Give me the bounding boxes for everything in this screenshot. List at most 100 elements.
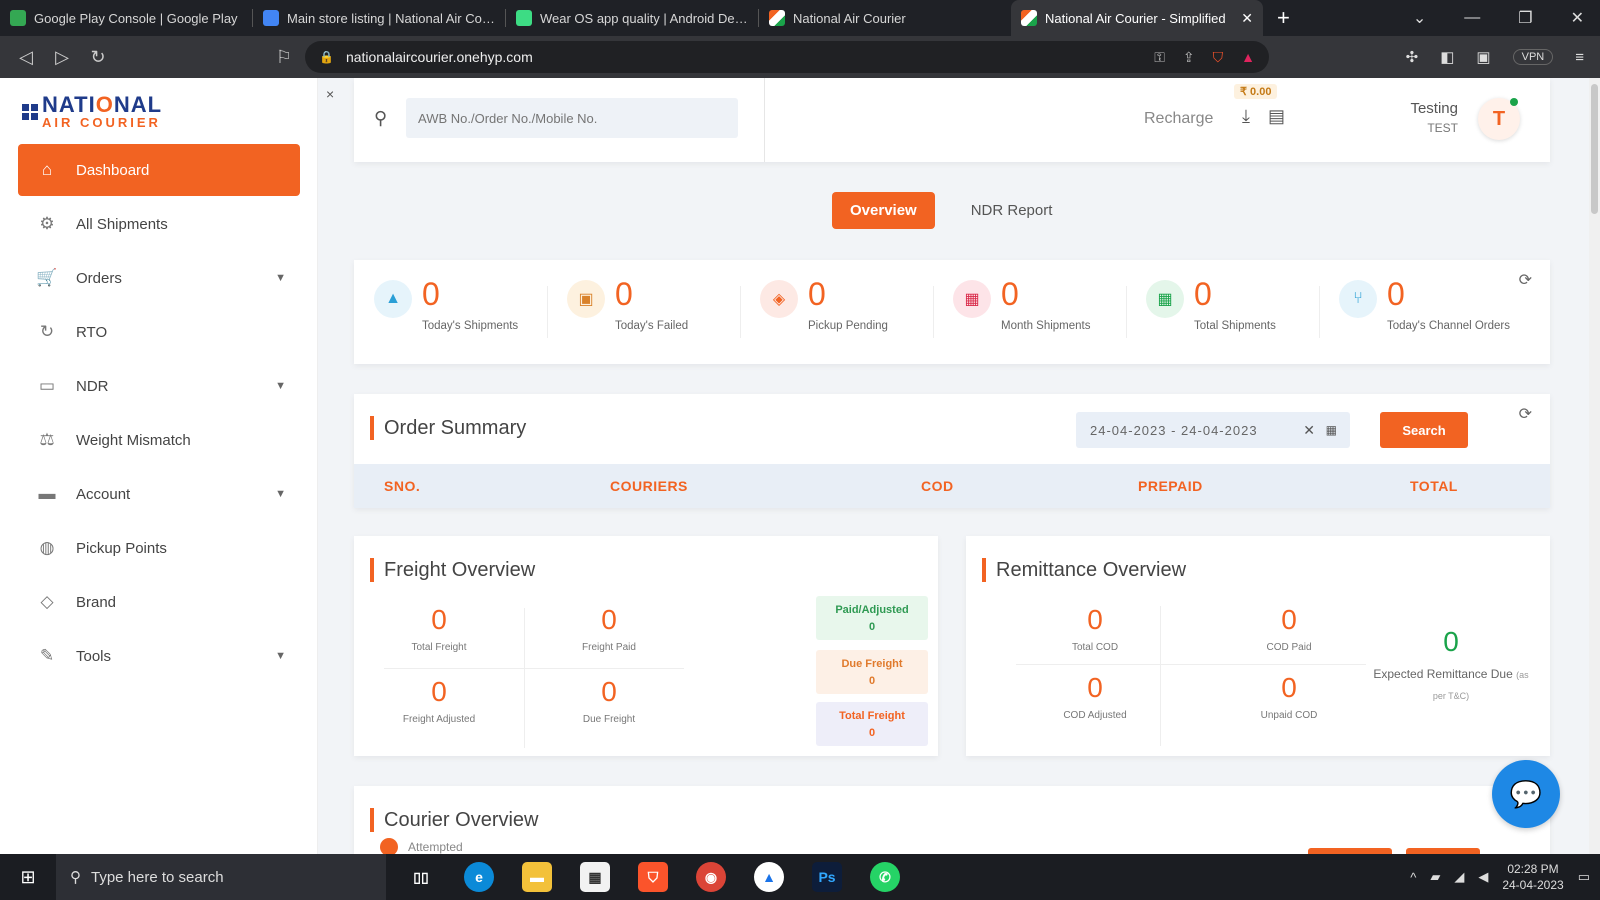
column-header[interactable]: SNO. xyxy=(384,478,420,494)
key-icon[interactable]: ⚿ xyxy=(1154,49,1165,66)
globe-icon: ◍ xyxy=(39,538,55,557)
sidebar-item-account[interactable]: ▬ Account ▼ xyxy=(18,468,300,520)
browser-toolbar: ◁ ▷ ↻ ⚐ 🔒 nationalaircourier.onehyp.com … xyxy=(0,36,1600,78)
menu-icon[interactable]: ≡ xyxy=(1575,49,1584,66)
taskbar-search[interactable]: ⚲ Type here to search xyxy=(56,854,386,900)
sidebar: NATIONAL AIR COURIER ⌂ Dashboard ⚙ All Shi… xyxy=(0,78,318,854)
chevron-up-icon[interactable]: ^ xyxy=(1410,870,1416,885)
browser-tab[interactable]: Main store listing | National Air Courie… xyxy=(253,0,505,36)
browser-tab-bar: Google Play Console | Google Play Main s… xyxy=(0,0,1600,36)
online-status-dot xyxy=(1510,98,1518,106)
tab-overview[interactable]: Overview xyxy=(832,192,935,229)
sidebar-menu: ⌂ Dashboard ⚙ All Shipments 🛒 Orders ▼ ↻ RTO … xyxy=(18,144,300,684)
chrome-icon[interactable]: ◉ xyxy=(696,862,726,892)
close-tab-icon[interactable]: ✕ xyxy=(1241,10,1253,27)
bookmark-icon[interactable]: ⚐ xyxy=(266,47,302,68)
search-input[interactable] xyxy=(406,98,738,138)
logo[interactable]: NATIONAL AIR COURIER xyxy=(22,94,162,129)
sidebar-item-orders[interactable]: 🛒 Orders ▼ xyxy=(18,252,300,304)
sidebar-item-tools[interactable]: ✎ Tools ▼ xyxy=(18,630,300,682)
chat-button[interactable]: 💬 xyxy=(1492,760,1560,828)
column-header[interactable]: COURIERS xyxy=(610,478,688,494)
stat-todays-shipments[interactable]: ▲ 0 Today's Shipments xyxy=(354,260,547,364)
tab-search-icon[interactable]: ⌄ xyxy=(1413,8,1426,28)
column-header[interactable]: COD xyxy=(921,478,954,494)
card-icon[interactable]: ▤ xyxy=(1268,106,1285,127)
stat-todays-channel-orders[interactable]: ⑂ 0 Today's Channel Orders xyxy=(1319,260,1512,364)
sidebar-item-all-shipments[interactable]: ⚙ All Shipments xyxy=(18,198,300,250)
sidebar-item-rto[interactable]: ↻ RTO xyxy=(18,306,300,358)
vpn-button[interactable]: VPN xyxy=(1512,49,1554,65)
android-icon xyxy=(516,10,532,26)
photoshop-icon[interactable]: Ps xyxy=(812,862,842,892)
share-icon[interactable]: ⇪ xyxy=(1183,49,1195,66)
reload-button[interactable]: ↻ xyxy=(80,47,116,68)
logo-mark-icon xyxy=(22,103,38,120)
search-icon: ⚲ xyxy=(374,108,388,128)
browser-tab-active[interactable]: National Air Courier - Simplified ✕ xyxy=(1011,0,1263,36)
browser-tab[interactable]: Wear OS app quality | Android Developers xyxy=(506,0,758,36)
freight-overview-card: Freight Overview 0 Total Freight 0 Freight… xyxy=(354,536,938,756)
restore-button[interactable]: ❐ xyxy=(1518,8,1532,28)
brave-rewards-icon[interactable]: ▲ xyxy=(1241,49,1255,65)
tab-ndr-report[interactable]: NDR Report xyxy=(953,192,1071,229)
address-bar[interactable]: 🔒 nationalaircourier.onehyp.com ⚿ ⇪ ⛉ ▲ xyxy=(305,41,1269,73)
courier-overview-card: Courier Overview Attempted xyxy=(354,786,1550,854)
user-info[interactable]: Testing TEST xyxy=(1410,100,1458,135)
volume-icon[interactable]: ◀ xyxy=(1478,869,1488,885)
order-summary-table-header: SNO. COURIERS COD PREPAID TOTAL xyxy=(354,464,1550,508)
date-range-input[interactable]: 24-04-2023 - 24-04-2023 ✕ ▦ xyxy=(1076,412,1350,448)
stat-todays-failed[interactable]: ▣ 0 Today's Failed xyxy=(547,260,740,364)
sidebar-item-pickup-points[interactable]: ◍ Pickup Points xyxy=(18,522,300,574)
stat-pickup-pending[interactable]: ◈ 0 Pickup Pending xyxy=(740,260,933,364)
browser-tab[interactable]: Google Play Console | Google Play xyxy=(0,0,252,36)
clock[interactable]: 02:28 PM 24-04-2023 xyxy=(1502,861,1563,893)
courier-overview-title: Courier Overview xyxy=(370,808,538,832)
brave-icon[interactable]: ⛉ xyxy=(638,862,668,892)
wallet-icon[interactable]: ▣ xyxy=(1476,48,1490,66)
refresh-icon[interactable]: ⟳ xyxy=(1519,404,1532,424)
column-header[interactable]: TOTAL xyxy=(1410,478,1458,494)
search-button[interactable]: Search xyxy=(1380,412,1468,448)
drive-icon[interactable]: ▲ xyxy=(754,862,784,892)
edge-icon[interactable]: e xyxy=(464,862,494,892)
table-icon: ▦ xyxy=(1146,280,1184,318)
whatsapp-icon[interactable]: ✆ xyxy=(870,862,900,892)
close-window-button[interactable]: ✕ xyxy=(1571,8,1584,28)
brave-shield-icon[interactable]: ⛉ xyxy=(1213,49,1224,66)
network-icon[interactable]: ▰ xyxy=(1430,869,1440,885)
extensions-icon[interactable]: ✣ xyxy=(1406,48,1419,66)
page-scrollbar[interactable] xyxy=(1589,78,1600,854)
wallet-balance[interactable]: ₹ 0.00 xyxy=(1234,84,1278,99)
forward-button[interactable]: ▷ xyxy=(44,47,80,68)
back-button[interactable]: ◁ xyxy=(8,47,44,68)
task-view-icon[interactable]: ▯▯ xyxy=(406,862,436,892)
page-tabs: Overview NDR Report xyxy=(832,192,1070,229)
notification-icon[interactable]: ▭ xyxy=(1578,869,1590,885)
browser-tab[interactable]: National Air Courier xyxy=(759,0,1011,36)
order-summary-title: Order Summary xyxy=(370,416,526,440)
close-sidebar-icon[interactable]: × xyxy=(326,86,334,102)
new-tab-button[interactable]: + xyxy=(1277,5,1290,31)
recharge-link[interactable]: Recharge xyxy=(1144,110,1213,128)
sidebar-item-brand[interactable]: ◇ Brand xyxy=(18,576,300,628)
sidebar-item-ndr[interactable]: ▭ NDR ▼ xyxy=(18,360,300,412)
home-icon: ⌂ xyxy=(41,160,53,179)
clear-icon[interactable]: ✕ xyxy=(1303,422,1316,439)
stat-month-shipments[interactable]: ▦ 0 Month Shipments xyxy=(933,260,1126,364)
weight-icon: ⚖ xyxy=(39,430,55,449)
sidebar-toggle-icon[interactable]: ◧ xyxy=(1440,48,1454,66)
store-icon[interactable]: ▦ xyxy=(580,862,610,892)
download-icon[interactable]: ⤓ xyxy=(1242,106,1250,127)
sidebar-item-dashboard[interactable]: ⌂ Dashboard xyxy=(18,144,300,196)
refresh-icon[interactable]: ⟳ xyxy=(1519,270,1532,290)
calendar-icon[interactable]: ▦ xyxy=(1326,423,1338,437)
sidebar-item-weight-mismatch[interactable]: ⚖ Weight Mismatch xyxy=(18,414,300,466)
column-header[interactable]: PREPAID xyxy=(1138,478,1203,494)
minimize-button[interactable]: — xyxy=(1464,9,1480,27)
stat-total-shipments[interactable]: ▦ 0 Total Shipments xyxy=(1126,260,1319,364)
file-explorer-icon[interactable]: ▬ xyxy=(522,862,552,892)
wifi-icon[interactable]: ◢ xyxy=(1454,869,1464,885)
windows-start-icon[interactable]: ⊞ xyxy=(0,867,56,888)
avatar[interactable]: T xyxy=(1478,98,1520,140)
